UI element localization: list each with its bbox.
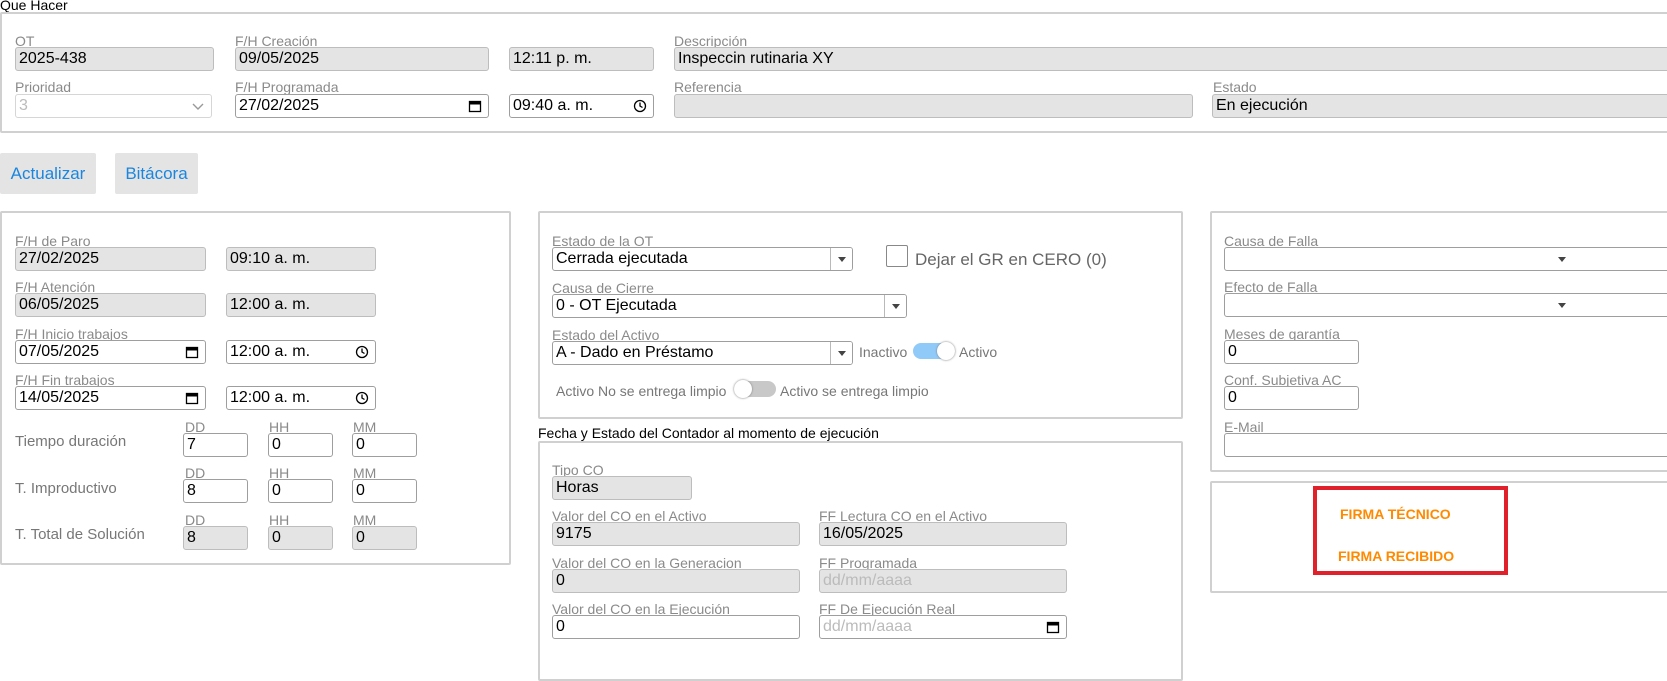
- toggle-knob: [937, 342, 955, 360]
- fh-inicio-time-value: 12:00 a. m.: [230, 343, 311, 360]
- clock-icon[interactable]: [355, 345, 369, 359]
- t-total-dd[interactable]: 8: [183, 526, 248, 550]
- estado-activo-select[interactable]: A - Dado en Préstamo: [552, 341, 853, 365]
- fh-paro-time[interactable]: 09:10 a. m.: [226, 247, 376, 271]
- referencia-field[interactable]: [674, 94, 1193, 118]
- ff-lectura-field[interactable]: 16/05/2025: [819, 522, 1067, 546]
- estado-ot-value: Cerrada ejecutada: [556, 250, 688, 267]
- ot-field[interactable]: 2025-438: [15, 47, 214, 71]
- ff-programada-field[interactable]: dd/mm/aaaa: [819, 569, 1067, 593]
- conf-subjetiva-field[interactable]: 0: [1224, 386, 1359, 410]
- limpio-off-label: Activo No se entrega limpio: [556, 383, 727, 399]
- dejar-gr-checkbox[interactable]: [886, 245, 908, 267]
- fh-paro-date[interactable]: 27/02/2025: [15, 247, 206, 271]
- estado-label: Estado: [1213, 79, 1257, 95]
- t-total-label: T. Total de Solución: [15, 526, 145, 543]
- fh-programada-time-value: 09:40 a. m.: [513, 97, 594, 114]
- prioridad-label: Prioridad: [15, 79, 72, 95]
- contador-section-title: Fecha y Estado del Contador al momento d…: [538, 425, 879, 441]
- dejar-gr-label: Dejar el GR en CERO (0): [915, 250, 1107, 269]
- toggle-activo-label: Activo: [959, 344, 998, 360]
- fh-inicio-time[interactable]: 12:00 a. m.: [226, 340, 376, 364]
- activo-toggle[interactable]: [913, 342, 955, 360]
- fh-fin-time[interactable]: 12:00 a. m.: [226, 386, 376, 410]
- prioridad-value: 3: [19, 97, 28, 114]
- clock-icon[interactable]: [355, 391, 369, 405]
- fh-fin-date-value: 14/05/2025: [19, 389, 100, 406]
- tipo-co-field[interactable]: Horas: [552, 476, 692, 500]
- fh-programada-time[interactable]: 09:40 a. m.: [509, 94, 654, 118]
- tiempo-duracion-mm[interactable]: 0: [352, 433, 417, 457]
- fh-fin-time-value: 12:00 a. m.: [230, 389, 311, 406]
- dropdown-arrow-icon[interactable]: [830, 342, 852, 364]
- chevron-down-icon: [192, 103, 204, 110]
- fh-atencion-date[interactable]: 06/05/2025: [15, 293, 206, 317]
- descripcion-field[interactable]: Inspeccin rutinaria XY: [674, 47, 1667, 71]
- fh-fin-date[interactable]: 14/05/2025: [15, 386, 206, 410]
- t-improductivo-hh[interactable]: 0: [268, 479, 333, 503]
- t-improductivo-dd[interactable]: 8: [183, 479, 248, 503]
- estado-field[interactable]: En ejecución: [1212, 94, 1667, 118]
- dropdown-arrow-icon[interactable]: [1558, 303, 1566, 308]
- t-total-hh[interactable]: 0: [268, 526, 333, 550]
- calendar-icon[interactable]: [1046, 620, 1060, 634]
- ff-ejecucion-real-placeholder: dd/mm/aaaa: [823, 618, 912, 635]
- prioridad-select[interactable]: 3: [15, 94, 212, 118]
- fh-inicio-date-value: 07/05/2025: [19, 343, 100, 360]
- causa-falla-select[interactable]: [1224, 247, 1667, 271]
- tiempo-duracion-hh[interactable]: 0: [268, 433, 333, 457]
- causa-cierre-value: 0 - OT Ejecutada: [556, 297, 677, 314]
- dropdown-arrow-icon[interactable]: [830, 248, 852, 270]
- firma-recibido-link[interactable]: FIRMA RECIBIDO: [1338, 548, 1454, 564]
- referencia-label: Referencia: [674, 79, 742, 95]
- fh-programada-date-value: 27/02/2025: [239, 97, 320, 114]
- fh-creacion-date[interactable]: 09/05/2025: [235, 47, 489, 71]
- calendar-icon[interactable]: [185, 345, 199, 359]
- estado-ot-select[interactable]: Cerrada ejecutada: [552, 247, 853, 271]
- firma-tecnico-link[interactable]: FIRMA TÉCNICO: [1340, 506, 1451, 522]
- fh-creacion-time[interactable]: 12:11 p. m.: [509, 47, 654, 71]
- valor-co-generacion-field[interactable]: 0: [552, 569, 800, 593]
- toggle-knob: [734, 380, 752, 398]
- dropdown-arrow-icon[interactable]: [1558, 257, 1566, 262]
- actualizar-button[interactable]: Actualizar: [0, 153, 96, 194]
- ff-ejecucion-real-field[interactable]: dd/mm/aaaa: [819, 615, 1067, 639]
- email-field[interactable]: [1224, 433, 1667, 457]
- toggle-inactivo-label: Inactivo: [859, 344, 908, 360]
- fh-programada-date[interactable]: 27/02/2025: [235, 94, 489, 118]
- calendar-icon[interactable]: [468, 99, 482, 113]
- fh-programada-label: F/H Programada: [235, 79, 339, 95]
- fh-inicio-date[interactable]: 07/05/2025: [15, 340, 206, 364]
- tiempo-duracion-label: Tiempo duración: [15, 433, 127, 450]
- t-improductivo-label: T. Improductivo: [15, 480, 117, 497]
- clock-icon[interactable]: [633, 99, 647, 113]
- limpio-on-label: Activo se entrega limpio: [780, 383, 929, 399]
- t-improductivo-mm[interactable]: 0: [352, 479, 417, 503]
- calendar-icon[interactable]: [185, 391, 199, 405]
- t-total-mm[interactable]: 0: [352, 526, 417, 550]
- fh-atencion-time[interactable]: 12:00 a. m.: [226, 293, 376, 317]
- valor-co-activo-field[interactable]: 9175: [552, 522, 800, 546]
- causa-cierre-select[interactable]: 0 - OT Ejecutada: [552, 294, 907, 318]
- dropdown-arrow-icon[interactable]: [884, 295, 906, 317]
- estado-activo-value: A - Dado en Préstamo: [556, 344, 714, 361]
- bitacora-button[interactable]: Bitácora: [115, 153, 198, 194]
- meses-garantia-field[interactable]: 0: [1224, 340, 1359, 364]
- valor-co-ejecucion-field[interactable]: 0: [552, 615, 800, 639]
- tiempo-duracion-dd[interactable]: 7: [183, 433, 248, 457]
- efecto-falla-select[interactable]: [1224, 293, 1667, 317]
- limpio-toggle[interactable]: [734, 380, 776, 398]
